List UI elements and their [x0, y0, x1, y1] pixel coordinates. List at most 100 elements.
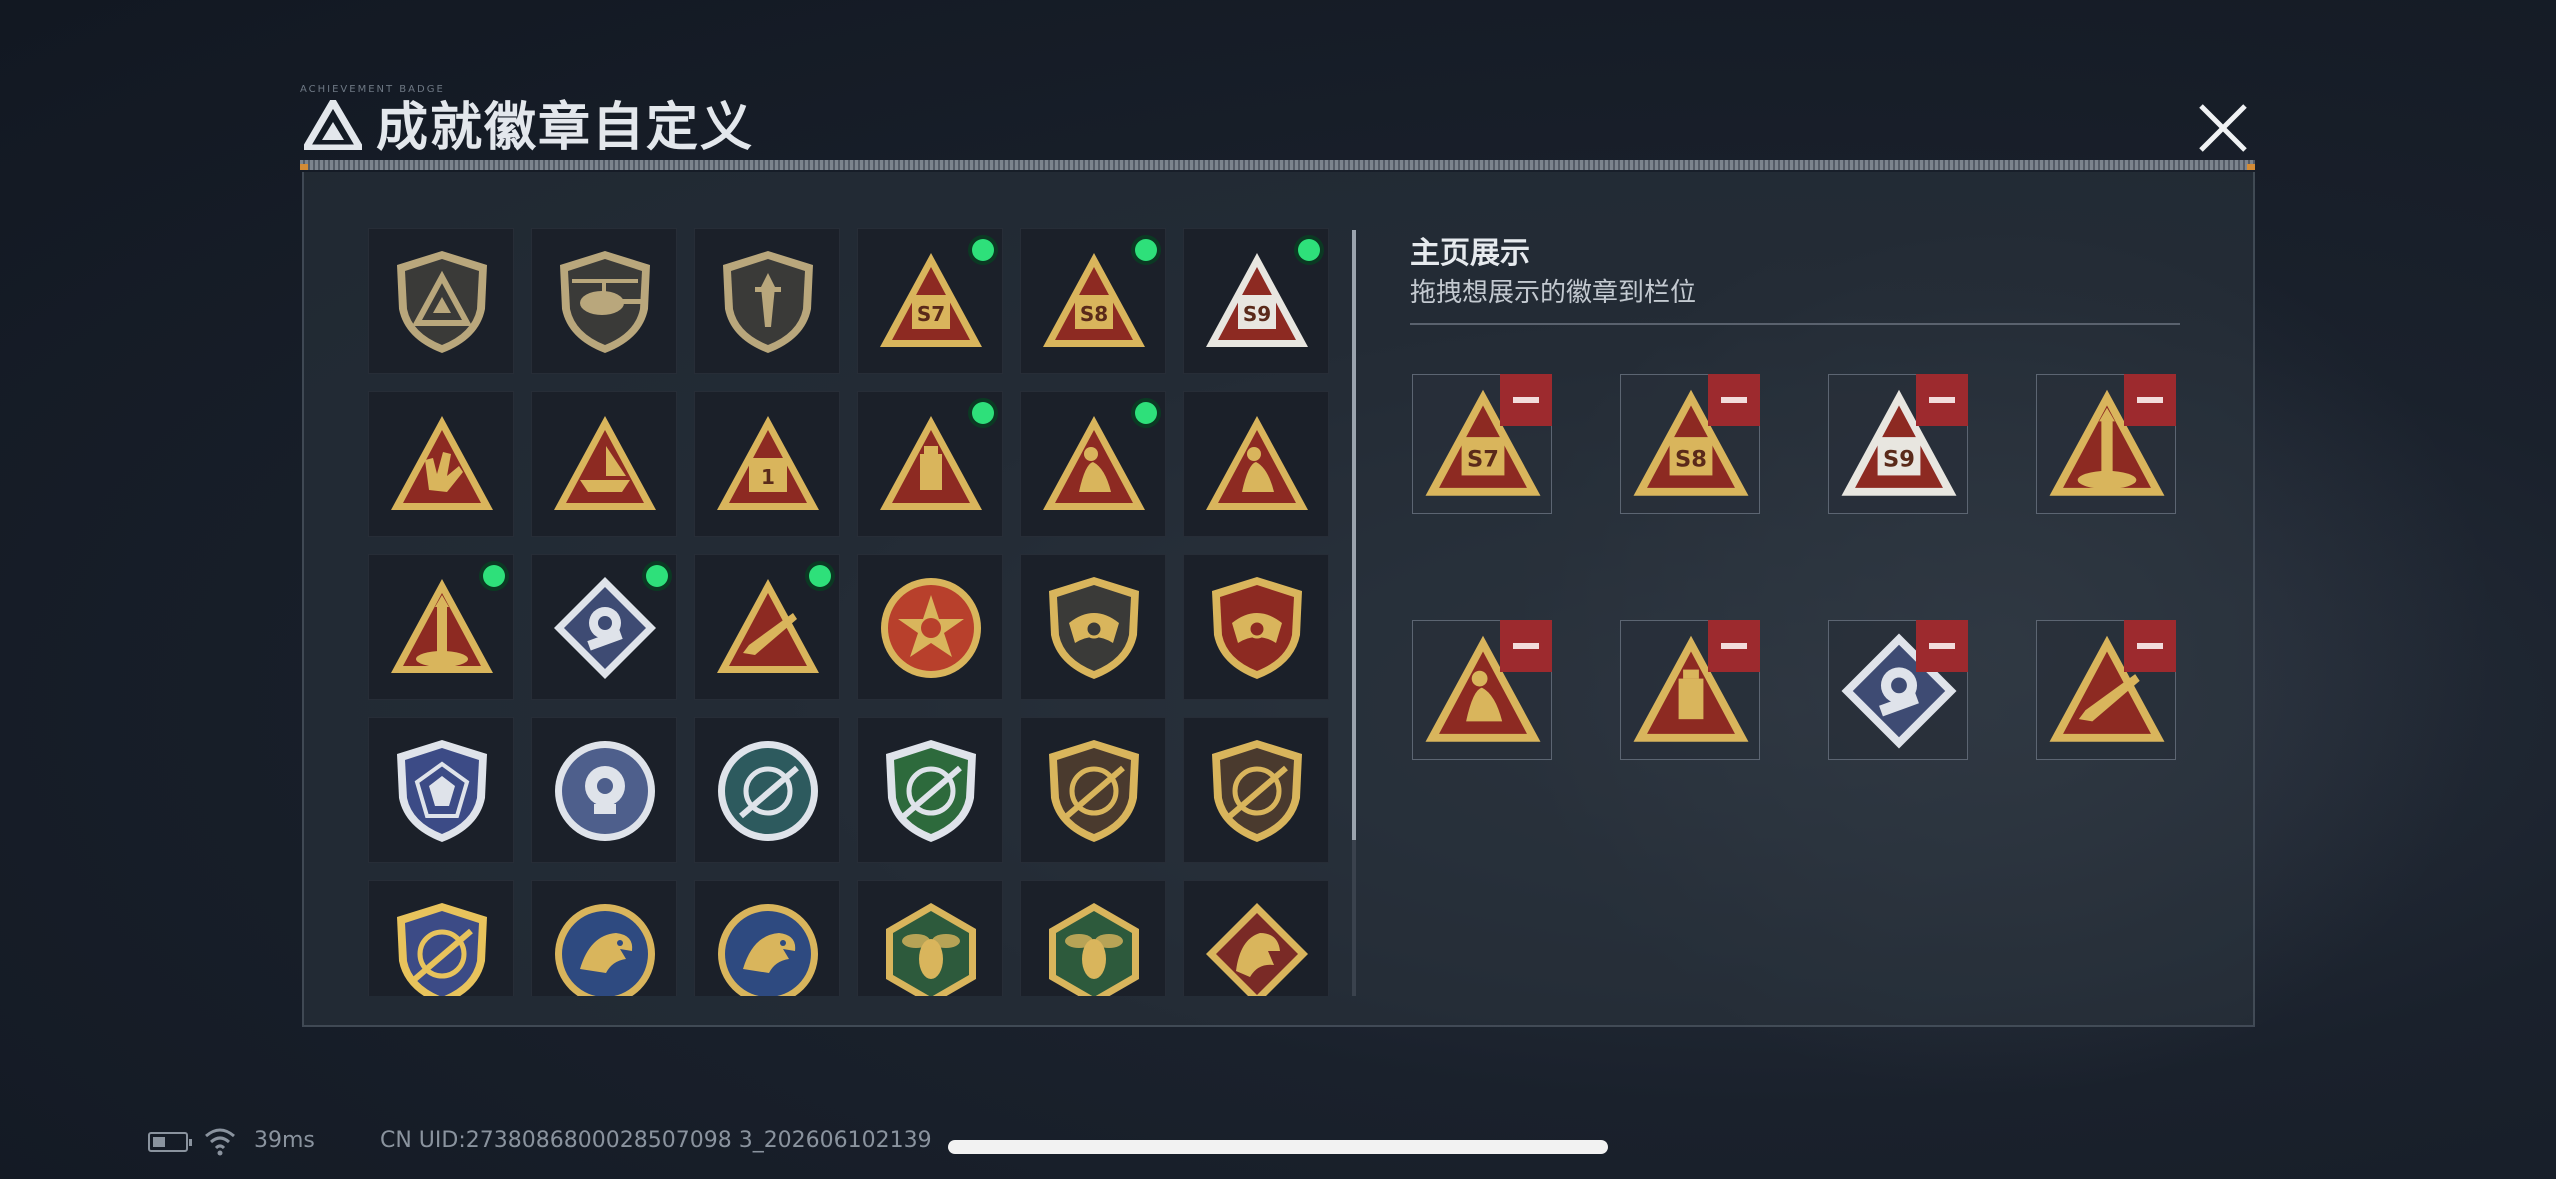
remove-badge-button[interactable] — [1708, 620, 1760, 672]
title-bar: ACHIEVEMENT BADGE 成就徽章自定义 — [300, 84, 2255, 170]
badge-cell[interactable] — [694, 717, 840, 863]
badge-skull-icon — [555, 741, 655, 841]
badge-cell[interactable] — [694, 554, 840, 700]
badge-cell[interactable] — [1020, 554, 1166, 700]
badge-cell[interactable] — [368, 391, 514, 537]
showcase-slot[interactable] — [1620, 620, 1760, 760]
showcase-slot[interactable]: S8 — [1620, 374, 1760, 514]
svg-text:S7: S7 — [917, 302, 945, 326]
remove-badge-button[interactable] — [1500, 620, 1552, 672]
new-indicator-dot — [809, 565, 831, 587]
badge-cell[interactable] — [531, 717, 677, 863]
new-indicator-dot — [972, 402, 994, 424]
badge-cell[interactable] — [1183, 880, 1329, 996]
badge-rocket-icon — [391, 579, 493, 673]
showcase-slot[interactable] — [2036, 620, 2176, 760]
title-divider — [300, 160, 2255, 170]
new-indicator-dot — [1298, 239, 1320, 261]
badge-cell[interactable] — [531, 880, 677, 996]
new-indicator-dot — [646, 565, 668, 587]
badge-star-icon — [881, 578, 981, 678]
showcase-divider — [1410, 323, 2180, 325]
remove-badge-button[interactable] — [1916, 374, 1968, 426]
divider-accent-right — [2247, 164, 2255, 170]
svg-text:1: 1 — [761, 465, 775, 489]
badge-dagger-icon — [723, 251, 813, 353]
showcase-subtitle: 拖拽想展示的徽章到栏位 — [1410, 278, 1697, 308]
showcase-slot[interactable]: S7 — [1412, 374, 1552, 514]
battery-icon — [148, 1132, 192, 1152]
badge-wing-icon — [1212, 577, 1302, 679]
badge-cell[interactable]: 1 — [694, 391, 840, 537]
badge-cell[interactable] — [1020, 717, 1166, 863]
badge-text-icon: 1 — [717, 416, 819, 510]
showcase-slot[interactable] — [1412, 620, 1552, 760]
close-icon[interactable] — [2195, 100, 2251, 156]
badge-scope-icon — [886, 740, 976, 842]
badge-cell[interactable] — [1020, 880, 1166, 996]
svg-text:S9: S9 — [1243, 302, 1271, 326]
badge-cell[interactable] — [857, 554, 1003, 700]
badge-boat-icon — [554, 416, 656, 510]
badge-cell[interactable] — [1183, 554, 1329, 700]
badge-scope-icon — [1049, 740, 1139, 842]
badge-hand-icon — [391, 416, 493, 510]
status-bar: 39ms CN UID:2738086800028507098 3_202606… — [148, 1128, 1048, 1164]
new-indicator-dot — [1135, 239, 1157, 261]
badge-cell[interactable] — [368, 880, 514, 996]
new-indicator-dot — [972, 239, 994, 261]
svg-text:S9: S9 — [1883, 446, 1915, 472]
badge-dragon-icon — [1206, 903, 1308, 996]
remove-badge-button[interactable] — [2124, 374, 2176, 426]
showcase-slot[interactable] — [1828, 620, 1968, 760]
remove-badge-button[interactable] — [1708, 374, 1760, 426]
badge-grid-scrollbar[interactable] — [1352, 230, 1356, 996]
showcase-slot[interactable] — [2036, 374, 2176, 514]
badge-bee-icon — [886, 903, 976, 996]
showcase-slot[interactable]: S9 — [1828, 374, 1968, 514]
badge-text-icon: S7 — [880, 253, 982, 347]
badge-cell[interactable] — [1183, 391, 1329, 537]
divider-accent-left — [300, 164, 308, 170]
badge-cell[interactable] — [694, 880, 840, 996]
ping-value: 39ms — [254, 1128, 315, 1153]
badge-cell[interactable] — [1183, 717, 1329, 863]
badge-cell[interactable] — [1020, 391, 1166, 537]
badge-cell[interactable] — [368, 554, 514, 700]
badge-figure-icon — [1043, 416, 1145, 510]
badge-cell[interactable] — [531, 391, 677, 537]
badge-wing-icon — [1049, 577, 1139, 679]
badge-scope-icon — [397, 903, 487, 996]
new-indicator-dot — [1135, 402, 1157, 424]
badge-cell[interactable] — [857, 880, 1003, 996]
badge-cell[interactable] — [857, 717, 1003, 863]
badge-eagle-icon — [718, 904, 818, 996]
homepage-showcase: 主页展示 拖拽想展示的徽章到栏位 S7 S8 S9 — [1410, 228, 2190, 988]
badge-cell[interactable] — [368, 717, 514, 863]
badge-cell[interactable]: S9 — [1183, 228, 1329, 374]
badge-heli-icon — [560, 251, 650, 353]
game-logo-icon — [304, 100, 362, 150]
badge-text-icon: S8 — [1043, 253, 1145, 347]
badge-cell[interactable]: S7 — [857, 228, 1003, 374]
badge-cell[interactable] — [531, 228, 677, 374]
new-indicator-dot — [483, 565, 505, 587]
svg-text:S8: S8 — [1080, 302, 1108, 326]
home-indicator[interactable] — [948, 1140, 1608, 1154]
badge-eagle-icon — [555, 904, 655, 996]
badge-grid[interactable]: S7 S8 S9 1 — [368, 228, 1344, 996]
badge-box-icon — [880, 416, 982, 510]
badge-cell[interactable]: S8 — [1020, 228, 1166, 374]
scrollbar-thumb[interactable] — [1352, 230, 1356, 840]
remove-badge-button[interactable] — [2124, 620, 2176, 672]
badge-cell[interactable] — [694, 228, 840, 374]
remove-badge-button[interactable] — [1916, 620, 1968, 672]
user-uid: CN UID:2738086800028507098 3_20260610213… — [380, 1128, 932, 1153]
svg-text:S8: S8 — [1675, 446, 1707, 472]
badge-cell[interactable] — [857, 391, 1003, 537]
badge-cell[interactable] — [531, 554, 677, 700]
badge-cell[interactable] — [368, 228, 514, 374]
showcase-title: 主页展示 — [1410, 236, 1530, 271]
remove-badge-button[interactable] — [1500, 374, 1552, 426]
page-title: 成就徽章自定义 — [376, 98, 755, 158]
